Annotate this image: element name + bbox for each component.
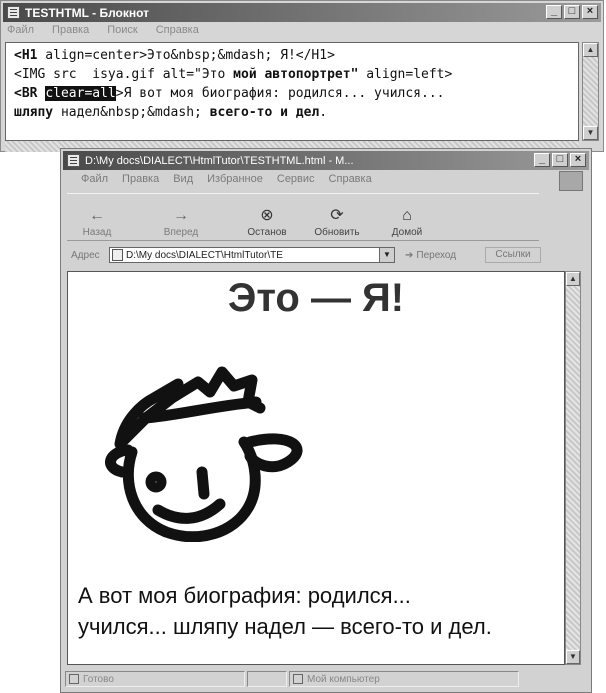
notepad-app-icon [7,6,20,19]
status-bar: Готово Мой компьютер [65,669,587,689]
browser-window: D:\My docs\DIALECT\HtmlTutor\TESTHTML.ht… [60,148,592,693]
menu-edit[interactable]: Правка [52,24,89,40]
self-portrait-image [105,366,303,542]
home-button[interactable]: ⌂ Домой [379,196,435,238]
browser-titlebar[interactable]: D:\My docs\DIALECT\HtmlTutor\TESTHTML.ht… [63,151,589,170]
back-icon: ← [89,207,105,224]
status-empty-cell [247,671,287,687]
page-status-icon [69,674,79,684]
address-label: Адрес [71,249,100,261]
browser-title: D:\My docs\DIALECT\HtmlTutor\TESTHTML.ht… [85,154,354,167]
scroll-up-icon[interactable]: ▲ [583,43,598,57]
notepad-vertical-scrollbar[interactable]: ▲ ▼ [582,42,599,141]
page-viewport: Это — Я! А вот моя биография: родился...… [67,271,565,665]
stop-button[interactable]: ⊗ Останов [239,196,295,238]
browser-menu-help[interactable]: Справка [329,173,372,189]
page-icon [112,249,123,261]
browser-menu-edit[interactable]: Правка [122,173,159,189]
notepad-window: TESTHTML - Блокнот _ □ × Файл Правка Пои… [0,0,604,152]
browser-scroll-down-icon[interactable]: ▼ [566,650,580,664]
browser-menu-favorites[interactable]: Избранное [207,173,263,189]
address-bar: Адрес D:\My docs\DIALECT\HtmlTutor\TE ▼ … [67,245,587,265]
browser-vertical-scrollbar[interactable]: ▲ ▼ [565,271,581,665]
browser-menubar: Файл Правка Вид Избранное Сервис Справка [81,173,372,189]
browser-app-icon [67,154,80,167]
browser-menu-view[interactable]: Вид [173,173,193,189]
notepad-text-area[interactable]: <H1 align=center>Это&nbsp;&mdash; Я!</H1… [5,42,579,141]
address-value: D:\My docs\DIALECT\HtmlTutor\TE [126,249,283,261]
status-zone: Мой компьютер [289,671,519,687]
notepad-titlebar[interactable]: TESTHTML - Блокнот _ □ × [3,3,601,22]
menu-help[interactable]: Справка [156,24,199,40]
notepad-menubar: Файл Правка Поиск Справка [7,24,199,40]
browser-toolbar: ← Назад → Вперед ⊗ Останов ⟳ Обновить ⌂ … [67,193,539,241]
notepad-window-controls: _ □ × [546,5,598,19]
text-selection: clear=all [45,86,116,101]
browser-menu-tools[interactable]: Сервис [277,173,315,189]
browser-maximize-button[interactable]: □ [552,153,568,167]
page-heading: Это — Я! [227,276,405,320]
links-button[interactable]: Ссылки [485,247,541,263]
minimize-button[interactable]: _ [546,5,562,19]
maximize-button[interactable]: □ [564,5,580,19]
browser-close-button[interactable]: × [570,153,586,167]
computer-icon [293,674,303,684]
home-icon: ⌂ [402,207,412,224]
menu-search[interactable]: Поиск [107,24,137,40]
stop-icon: ⊗ [260,207,274,224]
notepad-title: TESTHTML - Блокнот [25,5,150,20]
scroll-down-icon[interactable]: ▼ [583,126,598,140]
status-ready: Готово [65,671,245,687]
menu-file[interactable]: Файл [7,24,34,40]
biography-text: А вот моя биография: родился... учился..… [78,583,492,639]
browser-window-controls: _ □ × [534,153,586,167]
refresh-icon: ⟳ [330,207,344,224]
windows-flag-icon [559,171,583,191]
forward-icon: → [173,207,189,224]
address-input[interactable]: D:\My docs\DIALECT\HtmlTutor\TE ▼ [109,247,395,263]
go-icon: ➔ [405,249,414,261]
close-button[interactable]: × [582,5,598,19]
forward-button[interactable]: → Вперед [153,196,209,238]
code-line-4: шляпу надел&nbsp;&mdash; всего-то и дел. [14,105,328,120]
browser-minimize-button[interactable]: _ [534,153,550,167]
code-line-2: <IMG src isya.gif alt="Это мой автопортр… [14,67,453,82]
address-dropdown-icon[interactable]: ▼ [379,248,394,262]
code-line-3: <BR clear=all>Я вот моя биография: родил… [14,86,445,101]
browser-menu-file[interactable]: Файл [81,173,108,189]
refresh-button[interactable]: ⟳ Обновить [309,196,365,238]
browser-scroll-up-icon[interactable]: ▲ [566,272,580,286]
code-line-1: <H1 align=center>Это&nbsp;&mdash; Я!</H1… [14,48,335,63]
go-button[interactable]: ➔ Переход [405,247,477,263]
back-button[interactable]: ← Назад [69,196,125,238]
